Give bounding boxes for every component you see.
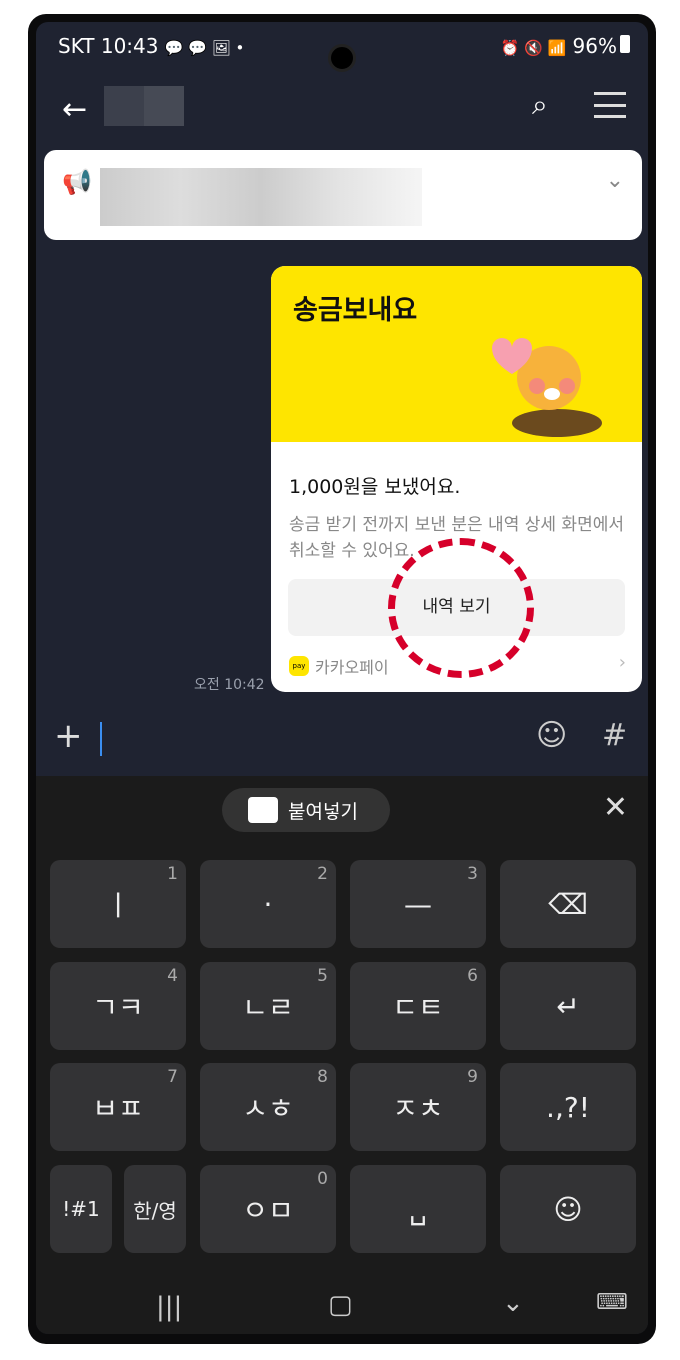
chat-title-blurred [104, 86, 184, 126]
key[interactable]: ㄱㅋ 4 [50, 962, 186, 1050]
clipboard-icon [248, 797, 278, 823]
key[interactable]: ☺ [500, 1165, 636, 1253]
key-label: ↵ [556, 989, 580, 1023]
key-number: 9 [467, 1067, 478, 1087]
key-number: 2 [317, 864, 328, 884]
key-label: 한/영 [133, 1198, 177, 1223]
kakaopay-icon: pay [289, 656, 309, 676]
notification-icons: 💬 💬 🖼 • [164, 39, 245, 57]
key-label: · [263, 887, 273, 921]
megaphone-icon: 📢 [62, 168, 92, 196]
key[interactable]: ㅂㅍ 7 [50, 1063, 186, 1151]
notice-banner[interactable]: 📢 ⌄ [44, 150, 642, 240]
screen: SKT 10:43 💬 💬 🖼 • ⏰ 🔇 📶 96% ← ⌕ 📢 ⌄ 송금보내… [36, 22, 648, 1334]
key-number: 4 [167, 966, 178, 986]
back-icon[interactable]: ⌄ [502, 1288, 524, 1318]
key[interactable]: ㅇㅁ 0 [200, 1165, 336, 1253]
key[interactable]: .,?! [500, 1063, 636, 1151]
key-label: ㅇㅁ [242, 1194, 294, 1227]
home-icon[interactable]: ▢ [328, 1290, 353, 1320]
key-label: ㄱㅋ [92, 991, 144, 1024]
key[interactable]: ㄴㄹ 5 [200, 962, 336, 1050]
card-title: 송금보내요 [293, 295, 418, 326]
menu-icon[interactable] [594, 92, 626, 118]
key-label: ☺ [553, 1192, 583, 1226]
back-arrow-icon[interactable]: ← [62, 92, 87, 127]
key-label: ㅅㅎ [242, 1092, 294, 1125]
carrier: SKT [58, 34, 95, 58]
camera [328, 44, 356, 72]
key-number: 5 [317, 966, 328, 986]
key[interactable]: ㅈㅊ 9 [350, 1063, 486, 1151]
key-number: 3 [467, 864, 478, 884]
plus-icon[interactable]: + [54, 716, 83, 756]
key-number: 1 [167, 864, 178, 884]
key[interactable]: ㄷㅌ 6 [350, 962, 486, 1050]
battery-level: 96% [572, 34, 617, 58]
recent-apps-icon[interactable]: ||| [156, 1292, 182, 1322]
status-right: ⏰ 🔇 📶 96% [501, 34, 630, 58]
paste-button[interactable]: 붙여넣기 [222, 788, 390, 832]
hash-icon[interactable]: # [602, 718, 627, 753]
key[interactable]: ㅅㅎ 8 [200, 1063, 336, 1151]
message-time: 오전 10:42 [194, 677, 265, 693]
amount-text: 1,000원을 보냈어요. [289, 476, 461, 498]
key[interactable]: —3 [350, 860, 486, 948]
emoji-icon[interactable]: ☺ [536, 718, 567, 753]
chevron-down-icon[interactable]: ⌄ [606, 168, 624, 193]
provider-label: 카카오페이 [315, 658, 389, 677]
keyboard-icon[interactable]: ⌨ [596, 1290, 628, 1315]
keyboard: 붙여넣기 ✕ ㅣ 1 · 2—3 ⌫ ㄱㅋ 4 ㄴㄹ 5 ㄷㅌ 6 ↵ ㅂㅍ 7 ㅅㅎ 8 ㅈㅊ 9.,?! !#1… [36, 776, 648, 1334]
key-label: ⌫ [548, 887, 588, 921]
key-number: 6 [467, 966, 478, 986]
kakaopay-link[interactable]: pay 카카오페이 [289, 654, 389, 678]
search-icon[interactable]: ⌕ [532, 88, 548, 122]
status-left: SKT 10:43 💬 💬 🖼 • [58, 34, 244, 58]
paste-label: 붙여넣기 [288, 800, 358, 823]
message-input-bar: + ☺ # [36, 702, 648, 776]
key-label: ␣ [409, 1192, 427, 1226]
clock: 10:43 [100, 34, 159, 58]
key[interactable]: 한/영 [124, 1165, 186, 1253]
battery-icon [620, 35, 630, 53]
key-number: 8 [317, 1067, 328, 1087]
text-cursor[interactable] [100, 722, 102, 756]
key[interactable]: ㅣ1 [50, 860, 186, 948]
key-label: ㄴㄹ [242, 991, 294, 1024]
key-label: ㄷㅌ [392, 991, 444, 1024]
key[interactable]: · 2 [200, 860, 336, 948]
key-label: ㅈㅊ [392, 1092, 444, 1125]
highlight-circle [388, 538, 534, 678]
key[interactable]: ␣ [350, 1165, 486, 1253]
key-label: ㅣ [105, 889, 131, 922]
key-label: — [404, 887, 432, 921]
notice-text-blurred [100, 168, 422, 226]
key[interactable]: ↵ [500, 962, 636, 1050]
character-sticker [492, 338, 602, 437]
close-icon[interactable]: ✕ [603, 790, 628, 825]
navigation-bar: ||| ▢ ⌄ ⌨ [36, 1284, 648, 1334]
key-number: 0 [317, 1169, 328, 1189]
system-icons: ⏰ 🔇 📶 [500, 39, 567, 57]
key-label: .,?! [546, 1090, 590, 1124]
key-label: ㅂㅍ [92, 1092, 144, 1125]
key-number: 7 [167, 1067, 178, 1087]
key[interactable]: !#1 [50, 1165, 112, 1253]
chevron-right-icon[interactable]: › [619, 652, 626, 673]
key[interactable]: ⌫ [500, 860, 636, 948]
key-label: !#1 [62, 1197, 100, 1221]
